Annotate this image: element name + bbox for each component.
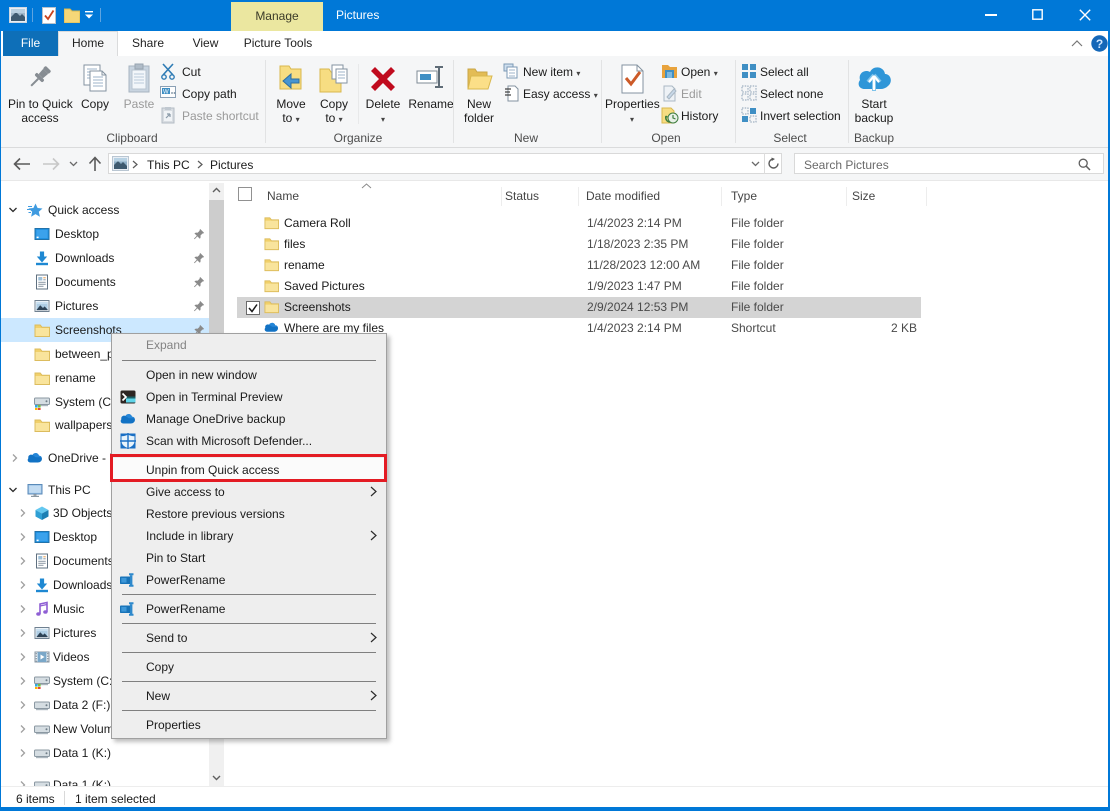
- svg-text:W: W: [163, 90, 169, 96]
- svg-text:?: ?: [1096, 37, 1103, 51]
